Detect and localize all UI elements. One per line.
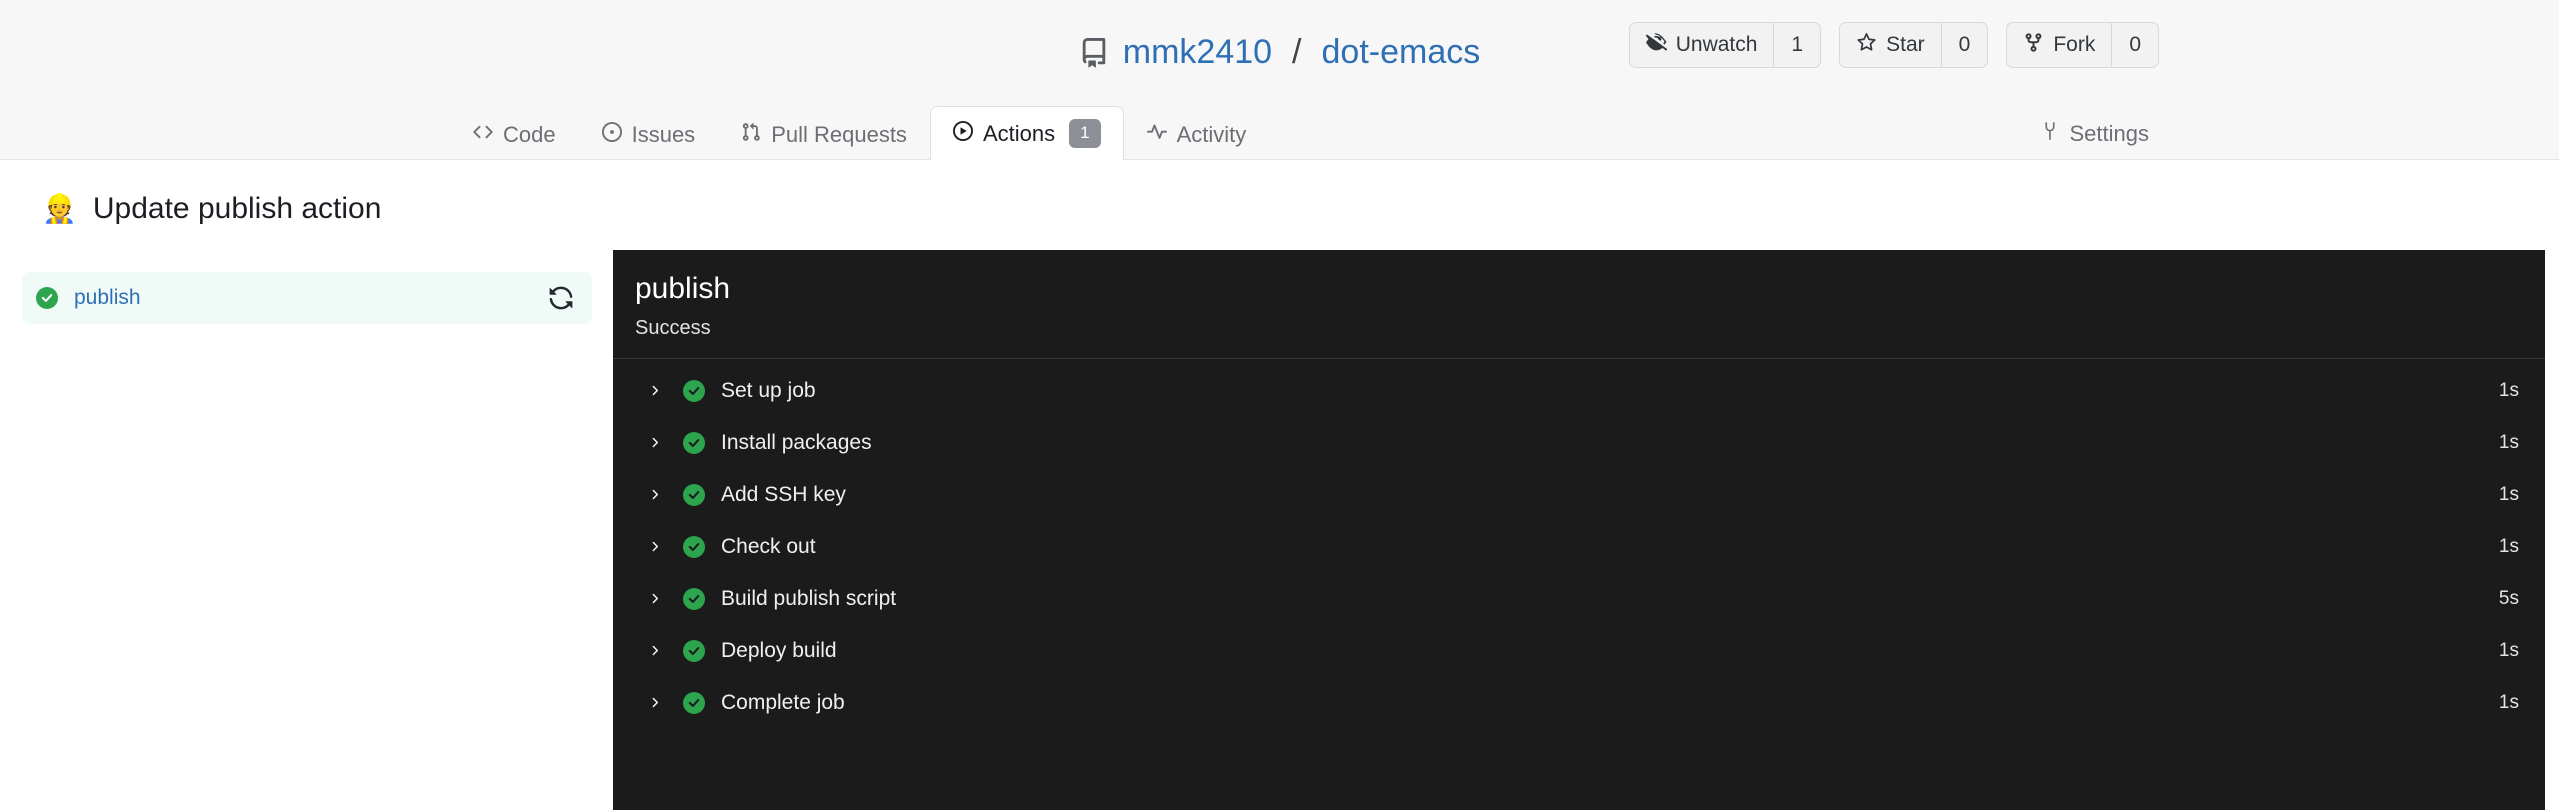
step-row[interactable]: Install packages 1s <box>613 417 2545 469</box>
repo-nav: Code Issues Pull Requests Actions 1 Acti… <box>0 103 2559 160</box>
page-title: 👷 Update publish action <box>0 160 2559 226</box>
tab-activity[interactable]: Activity <box>1124 109 1270 160</box>
git-pull-request-icon <box>741 122 761 148</box>
tab-code-label: Code <box>503 122 556 147</box>
tab-issues[interactable]: Issues <box>579 109 719 160</box>
repo-header: mmk2410 / dot-emacs Unwatch 1 Star 0 For… <box>0 0 2559 160</box>
unwatch-button[interactable]: Unwatch <box>1630 23 1774 67</box>
jobs-sidebar: publish <box>22 250 592 324</box>
fork-label: Fork <box>2053 33 2096 56</box>
step-name: Check out <box>721 534 816 558</box>
check-circle-fill-icon <box>683 379 705 402</box>
step-name: Complete job <box>721 690 845 714</box>
tab-code[interactable]: Code <box>450 109 579 160</box>
step-duration: 1s <box>2498 639 2519 661</box>
unwatch-button-group[interactable]: Unwatch 1 <box>1628 22 1822 68</box>
step-row[interactable]: Deploy build 1s <box>613 625 2545 677</box>
check-circle-fill-icon <box>683 431 705 454</box>
step-row[interactable]: Build publish script 5s <box>613 573 2545 625</box>
sync-icon[interactable] <box>548 285 574 311</box>
star-button[interactable]: Star <box>1840 23 1941 67</box>
step-duration: 5s <box>2498 587 2519 609</box>
step-row[interactable]: Add SSH key 1s <box>613 469 2545 521</box>
tab-actions-label: Actions <box>982 120 1056 146</box>
chevron-right-icon[interactable] <box>647 487 663 502</box>
sidebar-item-publish-label[interactable]: publish <box>74 286 141 310</box>
run-body: publish publish Success Set up job 1s In… <box>0 250 2559 810</box>
tab-actions-badge: 1 <box>1069 119 1101 148</box>
check-circle-fill-icon <box>683 483 705 506</box>
tab-settings-label: Settings <box>2069 121 2150 146</box>
tab-settings[interactable]: Settings <box>2040 121 2150 147</box>
chevron-right-icon[interactable] <box>647 539 663 554</box>
tools-icon <box>2040 121 2060 147</box>
tab-pull-requests[interactable]: Pull Requests <box>718 109 930 160</box>
repo-title-row: mmk2410 / dot-emacs <box>0 0 2559 105</box>
tab-activity-label: Activity <box>1176 122 1247 147</box>
tab-actions[interactable]: Actions 1 <box>929 106 1124 160</box>
fork-count[interactable]: 0 <box>2111 23 2158 67</box>
check-circle-fill-icon <box>683 535 705 558</box>
step-duration: 1s <box>2498 379 2519 401</box>
repo-nav-tabs: Code Issues Pull Requests Actions 1 Acti… <box>450 105 1270 160</box>
tab-issues-label: Issues <box>631 122 696 147</box>
repo-nav-right: Settings <box>2040 121 2500 159</box>
step-duration: 1s <box>2498 535 2519 557</box>
job-log-title: publish <box>635 272 731 305</box>
star-label: Star <box>1886 33 1925 56</box>
check-circle-fill-icon <box>683 639 705 662</box>
code-icon <box>473 122 493 148</box>
chevron-right-icon[interactable] <box>647 591 663 606</box>
job-log-panel: publish Success Set up job 1s Install pa… <box>613 250 2545 810</box>
job-steps-list: Set up job 1s Install packages 1s Add SS… <box>613 359 2545 729</box>
check-circle-fill-icon <box>36 287 58 309</box>
chevron-right-icon[interactable] <box>647 383 663 398</box>
issue-opened-icon <box>601 122 622 148</box>
pulse-icon <box>1146 122 1167 148</box>
fork-button-group[interactable]: Fork 0 <box>2006 22 2159 68</box>
step-duration: 1s <box>2498 431 2519 453</box>
step-name: Build publish script <box>721 586 897 610</box>
play-circle-icon <box>952 120 973 147</box>
sidebar-item-publish[interactable]: publish <box>22 272 592 324</box>
repo-book-icon <box>1079 37 1109 68</box>
repo-owner-link[interactable]: mmk2410 <box>1123 33 1272 72</box>
construction-worker-emoji-icon: 👷 <box>42 193 77 224</box>
step-name: Set up job <box>721 378 816 402</box>
chevron-right-icon[interactable] <box>647 435 663 450</box>
step-duration: 1s <box>2498 691 2519 713</box>
step-name: Add SSH key <box>721 482 846 506</box>
job-log-status: Success <box>635 316 711 339</box>
step-duration: 1s <box>2498 483 2519 505</box>
unwatch-label: Unwatch <box>1675 33 1758 56</box>
star-button-group[interactable]: Star 0 <box>1839 22 1989 68</box>
repo-actions: Unwatch 1 Star 0 Fork 0 <box>1628 22 2159 68</box>
run-title-text: Update publish action <box>92 192 382 225</box>
repo-name-link[interactable]: dot-emacs <box>1322 33 1481 72</box>
tab-pull-requests-label: Pull Requests <box>771 122 907 147</box>
repo-forked-icon <box>2023 32 2044 59</box>
star-icon <box>1856 32 1877 59</box>
repo-breadcrumb: mmk2410 / dot-emacs <box>1079 33 1480 72</box>
chevron-right-icon[interactable] <box>647 695 663 710</box>
check-circle-fill-icon <box>683 587 705 610</box>
fork-button[interactable]: Fork <box>2007 23 2111 67</box>
chevron-right-icon[interactable] <box>647 643 663 658</box>
step-row[interactable]: Set up job 1s <box>613 365 2545 417</box>
step-name: Install packages <box>721 430 872 454</box>
star-count[interactable]: 0 <box>1940 23 1988 67</box>
job-log-header: publish Success <box>613 250 2545 359</box>
step-row[interactable]: Check out 1s <box>613 521 2545 573</box>
check-circle-fill-icon <box>683 691 705 714</box>
eye-closed-icon <box>1645 32 1667 59</box>
step-name: Deploy build <box>721 638 837 662</box>
unwatch-count[interactable]: 1 <box>1773 23 1820 67</box>
repo-separator: / <box>1292 33 1302 71</box>
step-row[interactable]: Complete job 1s <box>613 677 2545 729</box>
